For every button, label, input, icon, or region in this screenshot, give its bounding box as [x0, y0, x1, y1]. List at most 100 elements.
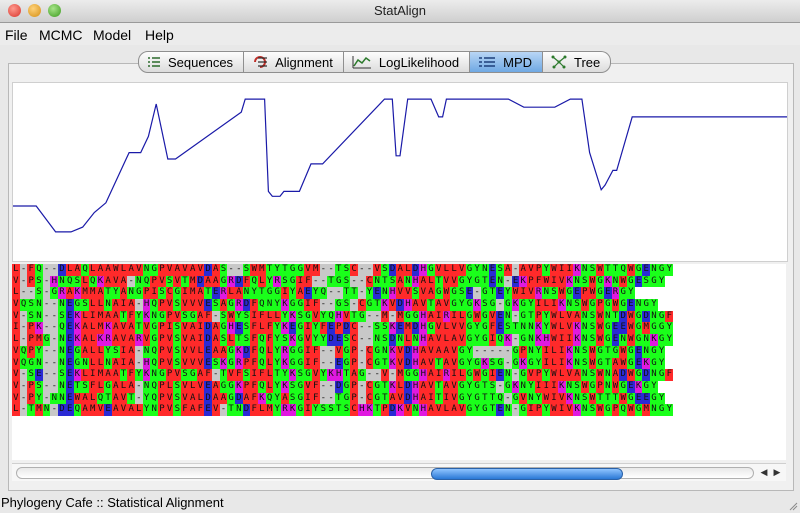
residue-cell: I	[281, 287, 289, 300]
residue-cell: M	[642, 322, 651, 335]
residue-cell: Y	[665, 404, 674, 416]
residue-cell: D	[204, 264, 212, 276]
residue-cell: K	[565, 345, 574, 358]
residue-cell: G	[288, 275, 297, 288]
residue-cell: P	[27, 275, 36, 288]
resize-grip-icon[interactable]	[788, 501, 798, 511]
residue-cell: A	[434, 299, 443, 311]
residue-cell: S	[573, 299, 581, 311]
menu-file[interactable]: File	[5, 27, 28, 43]
residue-cell: E	[634, 392, 643, 405]
tab-loglikelihood[interactable]: LogLikelihood	[343, 51, 471, 73]
residue-cell: S	[480, 299, 489, 311]
residue-cell: I	[427, 392, 435, 405]
residue-cell: G	[457, 380, 466, 393]
residue-cell: A	[219, 299, 228, 311]
residue-cell: D	[619, 369, 627, 381]
residue-cell: N	[104, 299, 112, 311]
menu-model[interactable]: Model	[93, 27, 131, 43]
residue-cell: -	[496, 380, 504, 393]
menu-help[interactable]: Help	[145, 27, 174, 43]
tab-tree[interactable]: Tree	[543, 51, 612, 73]
residue-cell: G	[150, 264, 159, 276]
residue-cell: T	[234, 334, 243, 346]
residue-cell: L	[119, 380, 128, 393]
residue-cell: A	[188, 392, 197, 405]
residue-cell: C	[365, 392, 374, 405]
residue-cell: V	[434, 404, 443, 416]
residue-cell: Y	[650, 380, 658, 393]
residue-cell: Y	[457, 299, 466, 311]
residue-cell: G	[158, 369, 166, 381]
residue-cell: K	[519, 357, 528, 370]
residue-cell: K	[288, 404, 297, 416]
residue-cell: S	[173, 357, 182, 370]
scroll-right-arrow-icon[interactable]: ▶	[771, 466, 783, 478]
residue-cell: P	[242, 357, 251, 370]
residue-cell: I	[119, 345, 128, 358]
residue-cell: K	[634, 380, 643, 393]
residue-cell: E	[234, 322, 243, 335]
horizontal-scrollbar[interactable]: ◀ ▶	[12, 463, 786, 481]
residue-cell: H	[334, 310, 343, 323]
residue-cell: N	[373, 275, 381, 288]
residue-cell: H	[142, 357, 151, 370]
residue-cell: A	[111, 369, 120, 381]
residue-cell: Y	[465, 345, 474, 358]
residue-cell: V	[457, 322, 466, 335]
tab-alignment[interactable]: Alignment	[244, 51, 344, 73]
residue-cell: S	[211, 357, 220, 370]
residue-cell: G	[227, 380, 235, 393]
residue-cell: -	[319, 345, 328, 358]
residue-cell: S	[457, 287, 466, 300]
residue-cell: V	[196, 264, 205, 276]
tab-sequences[interactable]: Sequences	[138, 51, 245, 73]
residue-cell: W	[73, 392, 82, 405]
residue-cell: I	[550, 299, 558, 311]
residue-cell: -	[135, 345, 143, 358]
residue-cell: E	[496, 310, 504, 323]
residue-cell: A	[104, 310, 112, 323]
residue-cell: S	[342, 264, 351, 276]
scrollbar-thumb[interactable]	[431, 468, 623, 480]
residue-cell: N	[381, 287, 389, 300]
residue-cell: Y	[542, 369, 551, 381]
residue-cell: G	[650, 357, 658, 370]
tab-loglikelihood-label: LogLikelihood	[378, 54, 460, 70]
residue-cell: S	[211, 299, 220, 311]
residue-cell: T	[181, 275, 189, 288]
residue-cell: S	[381, 322, 389, 335]
residue-cell: T	[104, 287, 112, 300]
residue-cell: L	[557, 369, 566, 381]
residue-cell: V	[12, 299, 20, 311]
residue-cell: D	[388, 264, 397, 276]
tab-mpd[interactable]: MPD	[470, 51, 543, 73]
residue-cell: P	[519, 345, 528, 358]
residue-cell: I	[450, 310, 458, 323]
residue-cell: Y	[273, 357, 282, 370]
residue-cell: K	[519, 275, 528, 288]
residue-cell: W	[588, 357, 597, 370]
residue-cell: W	[627, 264, 635, 276]
residue-cell: V	[396, 392, 405, 405]
residue-cell: G	[450, 299, 458, 311]
residue-cell: G	[473, 380, 481, 393]
residue-cell: V	[181, 322, 189, 335]
scrollbar-track[interactable]	[16, 467, 754, 479]
residue-cell: P	[381, 404, 389, 416]
residue-cell: A	[81, 334, 89, 346]
residue-cell: -	[365, 264, 374, 276]
residue-cell: G	[173, 287, 182, 300]
residue-cell: F	[250, 299, 258, 311]
residue-cell: -	[504, 392, 512, 405]
menu-mcmc[interactable]: MCMC	[39, 27, 83, 43]
residue-cell: S	[588, 264, 597, 276]
residue-cell: I	[450, 369, 458, 381]
residue-cell: S	[35, 275, 43, 288]
scroll-left-arrow-icon[interactable]: ◀	[758, 466, 770, 478]
residue-cell: V	[557, 392, 566, 405]
residue-cell: N	[150, 404, 159, 416]
residue-cell: A	[427, 334, 435, 346]
residue-cell: -	[511, 264, 520, 276]
residue-cell: Y	[465, 392, 474, 405]
